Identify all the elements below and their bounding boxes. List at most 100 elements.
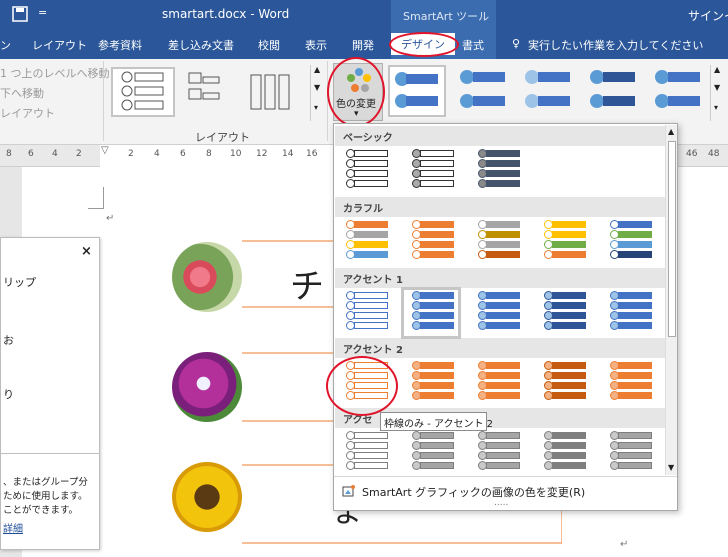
scroll-down-icon[interactable]: ▼ [314,83,320,92]
swatch-row [478,301,522,310]
color-swatch[interactable] [412,431,456,475]
swatch-row [412,149,456,158]
scroll-down-icon[interactable]: ▼ [668,463,674,472]
color-swatch[interactable] [478,220,522,264]
recolor-pictures-button[interactable]: SmartArt グラフィックの画像の色を変更(R) [362,484,585,500]
color-swatch[interactable] [346,291,390,335]
color-swatch[interactable] [478,291,522,335]
tab-partial[interactable]: ン [0,37,11,53]
sunflower-image[interactable] [172,462,242,532]
swatch-bar [552,372,586,379]
resize-gripper[interactable]: ..... [494,498,508,508]
sign-in-link[interactable]: サインイン [688,7,728,24]
swatch-bar [354,452,388,459]
color-swatch[interactable] [544,220,588,264]
layout-button[interactable]: レイアウト [0,105,55,121]
swatch-bar [420,382,454,389]
style-thumb-3[interactable] [518,65,576,117]
tab-review[interactable]: 校閲 [258,37,280,53]
layout-thumb-1[interactable] [111,67,175,117]
color-swatch[interactable] [346,431,390,475]
move-down-button[interactable]: 下へ移動 [0,85,44,101]
morning-glory-image[interactable] [172,352,242,422]
color-swatch[interactable] [610,431,654,475]
indent-marker-icon[interactable]: ▽ [101,145,109,156]
color-swatch[interactable] [412,220,456,264]
tell-me-box[interactable]: 実行したい作業を入力してください [528,37,703,53]
ruler-tick: 16 [306,149,318,159]
swatch-bar [354,312,388,319]
smartart-text-1[interactable]: チ [290,259,324,308]
more-info-link[interactable]: 詳細 [3,520,23,535]
swatch-dot [412,361,421,370]
expand-icon[interactable]: ▾ [314,103,318,112]
swatch-bar [552,322,586,329]
swatch-bar [420,180,454,187]
tab-developer[interactable]: 開発 [352,37,374,53]
layout-thumb-3[interactable] [247,67,297,117]
swatch-bar [552,251,586,258]
color-swatch[interactable] [478,149,522,193]
swatch-row [478,311,522,320]
qat-customize-icon[interactable]: = [38,6,47,19]
lightbulb-icon: ♀ [512,37,521,50]
tab-references[interactable]: 参考資料 [98,37,142,53]
layout-gallery-scroll[interactable]: ▲ ▼ ▾ [310,65,324,121]
color-swatch[interactable] [544,361,588,405]
tab-format[interactable]: 書式 [462,37,484,53]
color-swatch[interactable] [610,220,654,264]
swatch-row [412,391,456,400]
tab-view[interactable]: 表示 [305,37,327,53]
swatch-row [610,321,654,330]
color-swatch[interactable] [544,291,588,335]
color-swatch[interactable] [412,361,456,405]
swatch-row [346,250,390,259]
swatch-bar [552,462,586,469]
scroll-down-icon[interactable]: ▼ [714,83,720,92]
layout-thumb-2[interactable] [185,67,235,117]
tulip-image[interactable] [172,242,242,312]
swatch-bar [420,231,454,238]
style-thumb-1[interactable] [388,65,446,117]
tab-layout[interactable]: レイアウト [32,37,87,53]
swatch-row [610,431,654,440]
scroll-up-icon[interactable]: ▲ [314,65,320,74]
swatch-row [478,431,522,440]
color-swatch[interactable] [346,149,390,193]
pane-item[interactable]: り [3,386,14,402]
color-swatch[interactable] [412,149,456,193]
color-swatch[interactable] [346,220,390,264]
close-icon[interactable]: × [81,244,92,259]
pane-item[interactable]: リップ [3,274,36,290]
style-gallery-scroll[interactable]: ▲ ▼ ▾ [710,65,724,121]
style-thumb-4[interactable] [583,65,641,117]
swatch-bar [354,231,388,238]
swatch-row [412,240,456,249]
ruler-tick: 48 [708,149,720,159]
color-swatch[interactable] [610,291,654,335]
pane-item[interactable]: お [3,332,14,348]
gallery-scrollbar[interactable]: ▲ ▼ [665,125,677,475]
style-thumb-2[interactable] [453,65,511,117]
scroll-up-icon[interactable]: ▲ [714,65,720,74]
swatch-row [610,240,654,249]
swatch-bar [354,462,388,469]
swatch-row [610,361,654,370]
style-thumb-5[interactable] [648,65,706,117]
tab-mailings[interactable]: 差し込み文書 [168,37,234,53]
color-swatch[interactable] [544,431,588,475]
swatch-bar [618,322,652,329]
swatch-row [544,361,588,370]
color-swatch[interactable] [478,361,522,405]
promote-button[interactable]: 1 つ上のレベルへ移動 [0,65,110,81]
color-swatch[interactable] [478,431,522,475]
swatch-bar [354,432,388,439]
save-icon[interactable] [12,6,28,22]
scrollbar-thumb[interactable] [668,141,676,337]
scroll-up-icon[interactable]: ▲ [668,127,674,136]
swatch-row [346,301,390,310]
swatch-row [346,159,390,168]
color-swatch[interactable] [610,361,654,405]
expand-icon[interactable]: ▾ [714,103,718,112]
swatch-dot [412,149,421,158]
